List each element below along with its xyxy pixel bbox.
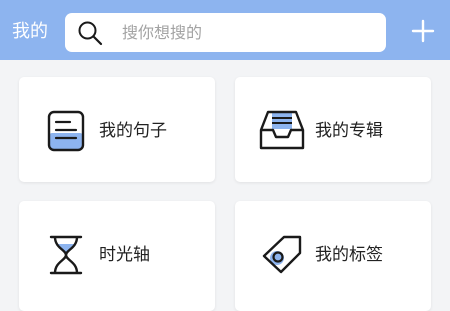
plus-icon[interactable]	[410, 18, 436, 44]
card-my-sentences[interactable]: 我的句子	[19, 77, 215, 182]
page-title: 我的	[12, 21, 48, 42]
card-label: 我的句子	[99, 121, 167, 141]
search-icon	[78, 21, 103, 46]
tag-icon	[262, 235, 302, 274]
card-timeline[interactable]: 时光轴	[19, 201, 215, 311]
top-bar: 我的 搜你想搜的	[0, 0, 450, 60]
card-label: 时光轴	[99, 245, 150, 265]
inbox-tray-icon	[259, 110, 305, 150]
search-placeholder: 搜你想搜的	[122, 23, 203, 42]
card-label: 我的标签	[315, 245, 383, 265]
search-bar[interactable]: 搜你想搜的	[65, 13, 386, 52]
card-my-tags[interactable]: 我的标签	[235, 201, 431, 311]
hourglass-icon	[49, 235, 83, 275]
card-label: 我的专辑	[315, 121, 383, 141]
card-my-albums[interactable]: 我的专辑	[235, 77, 431, 182]
document-icon	[47, 110, 85, 152]
